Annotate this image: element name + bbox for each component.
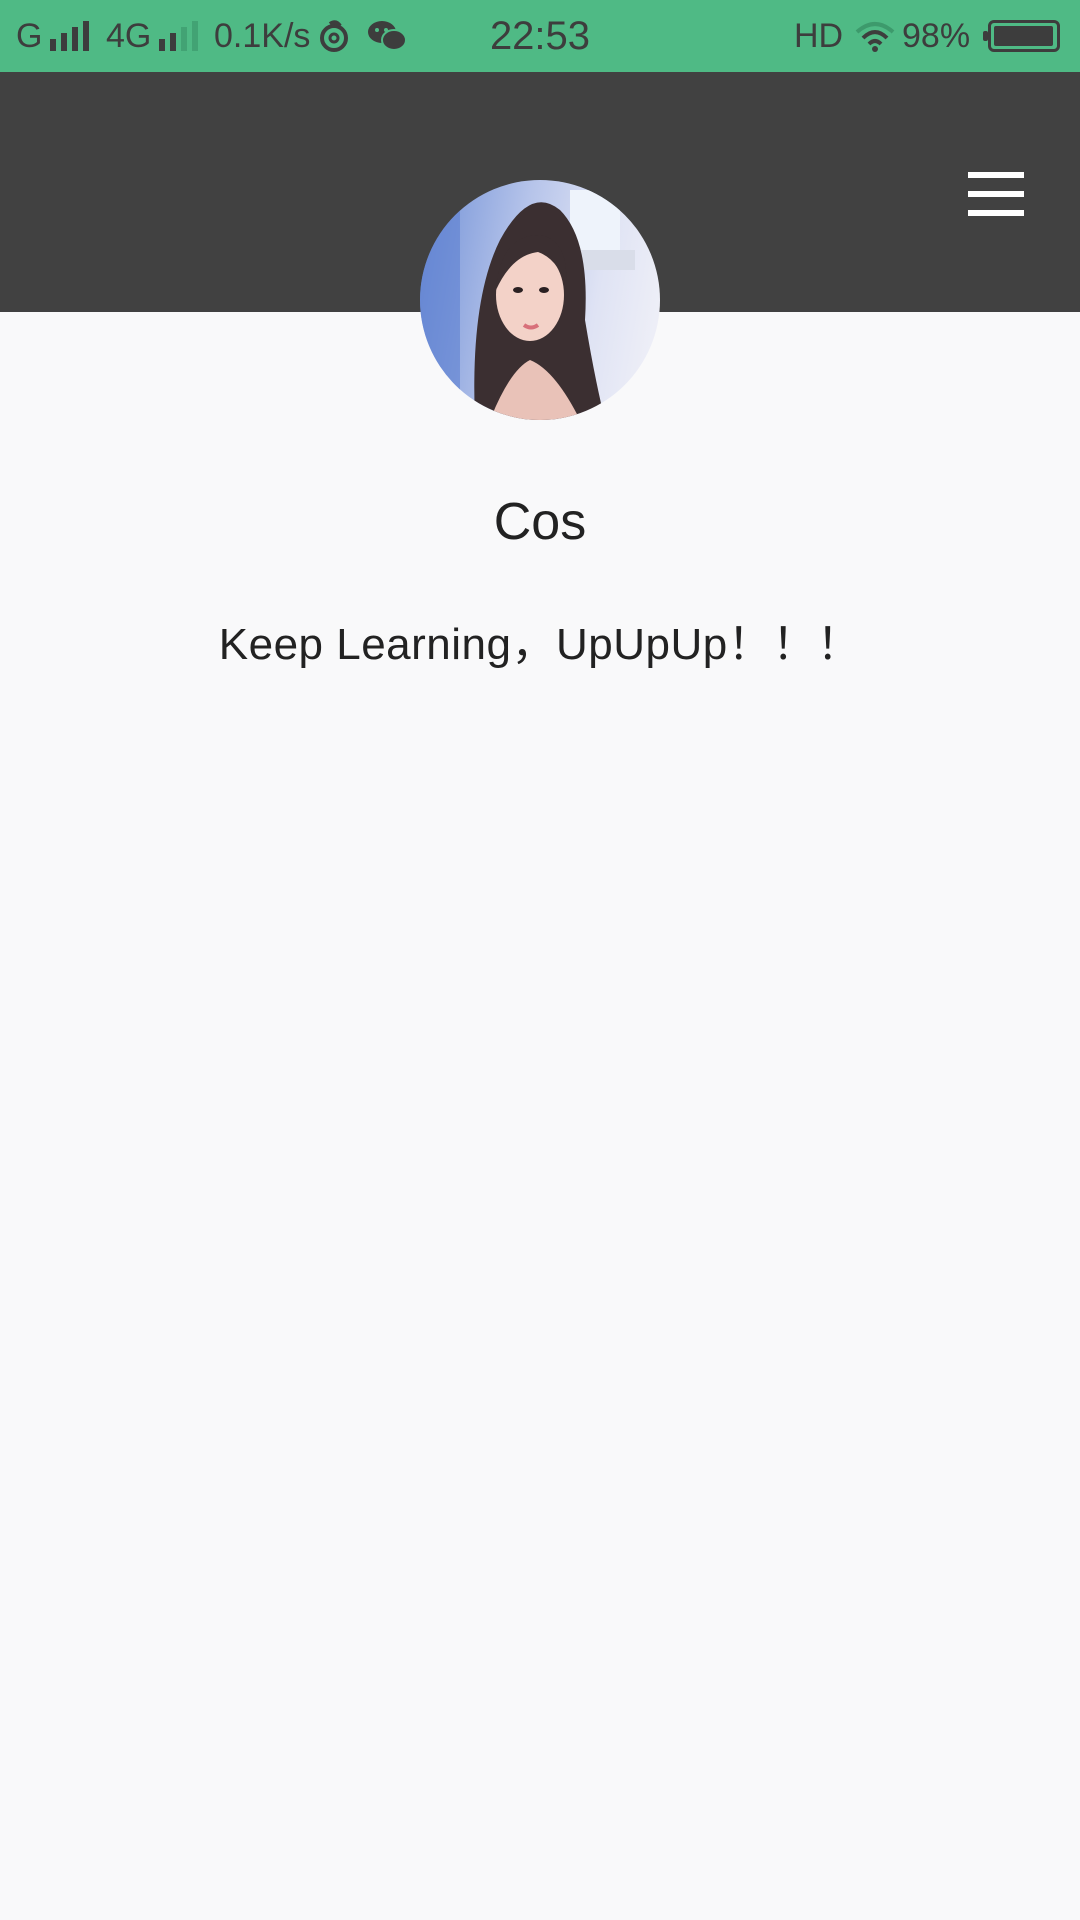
carrier-2-label: 4G [106,16,152,55]
wifi-icon [855,22,895,52]
hamburger-menu-icon[interactable] [968,172,1024,216]
profile-bio: Keep Learning，UpUpUp！！！ [218,620,862,669]
carrier-1-label: G [16,16,43,55]
netease-music-icon [320,20,349,52]
carrier-2: 4G [106,0,199,72]
wechat-icon [368,21,408,51]
avatar[interactable] [420,180,660,420]
avatar-image [420,180,635,420]
carrier-1: G [16,0,90,72]
status-bar: G 4G 0.1K/s 22:53 HD 98% [0,0,1080,72]
battery-percent: 98% [902,0,970,72]
hd-indicator: HD [794,0,895,72]
signal-icon [50,21,90,51]
battery-level-fill [994,26,1053,46]
hd-label: HD [794,16,844,55]
signal-icon [159,21,199,51]
profile-name: Cos [493,493,587,551]
network-speed-label: 0.1K/s [214,16,311,55]
network-speed: 0.1K/s [214,0,408,72]
battery-percent-label: 98% [902,16,971,55]
battery-icon [983,20,1060,52]
clock-label: 22:53 [489,13,591,58]
